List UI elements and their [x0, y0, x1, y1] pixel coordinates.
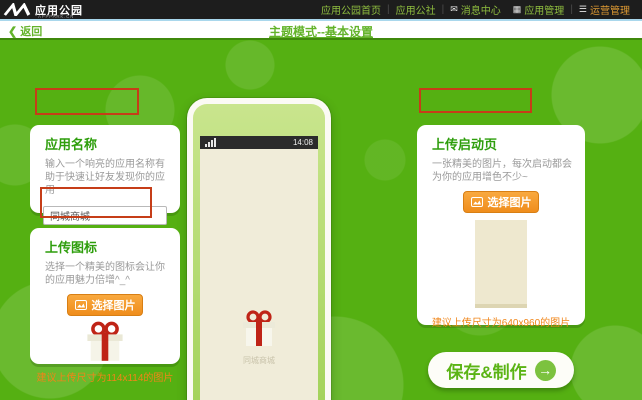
- upload-icon-description: 选择一个精美的图标会让你的应用魅力倍增^_^: [45, 261, 168, 287]
- phone-app-icon-preview: 同城商城: [240, 308, 278, 366]
- list-icon: ☰: [579, 4, 587, 15]
- phone-screen: 14:08 同城商城: [200, 136, 318, 400]
- phone-preview: 14:08 同城商城: [187, 98, 331, 400]
- gift-icon: [240, 308, 278, 348]
- nav-item-app-management[interactable]: ▦ 应用管理: [507, 2, 571, 17]
- apppark-logo-icon: [3, 3, 34, 16]
- splash-size-hint: 建议上传尺寸为640x960的图片: [417, 314, 585, 329]
- image-icon: [471, 197, 483, 207]
- grid-icon: ▦: [513, 4, 522, 15]
- image-icon: [75, 300, 87, 310]
- icon-size-hint: 建议上传尺寸为114x114的图片: [30, 369, 180, 384]
- upload-splash-title: 上传启动页: [432, 134, 585, 153]
- upload-splash-description: 一张精美的图片，每次启动都会为你的应用增色不少~: [432, 158, 573, 184]
- apppark-logo[interactable]: 应用公园 APPPARK.CN: [4, 2, 83, 18]
- splash-image-placeholder: [475, 220, 527, 308]
- app-name-panel: 应用名称 输入一个响亮的应用名称有助于快速让好友发现你的应用: [30, 125, 180, 213]
- sub-header: ❮返回 主题模式--基本设置: [0, 21, 642, 38]
- nav-item-messages[interactable]: ✉ 消息中心: [444, 2, 507, 17]
- upload-splash-panel: 上传启动页 一张精美的图片，每次启动都会为你的应用增色不少~ 选择图片 建议上传…: [417, 125, 585, 325]
- nav-item-home[interactable]: 应用公园首页: [315, 2, 387, 17]
- top-navbar: 应用公园 APPPARK.CN 应用公园首页 | 应用公社 | ✉ 消息中心 ▦…: [0, 0, 642, 19]
- status-time: 14:08: [293, 138, 313, 147]
- envelope-icon: ✉: [450, 4, 458, 15]
- top-nav-menu: 应用公园首页 | 应用公社 | ✉ 消息中心 ▦ 应用管理 | ☰ 运营管理: [315, 0, 642, 19]
- upload-icon-panel: 上传图标 选择一个精美的图标会让你的应用魅力倍增^_^ 选择图片 建议上传尺寸为…: [30, 228, 180, 364]
- choose-splash-image-button[interactable]: 选择图片: [463, 191, 539, 213]
- phone-status-bar: 14:08: [200, 136, 318, 149]
- choose-icon-image-button[interactable]: 选择图片: [67, 294, 143, 316]
- save-and-build-button[interactable]: 保存&制作 →: [428, 352, 574, 388]
- phone-app-name-label: 同城商城: [240, 355, 278, 366]
- upload-icon-title: 上传图标: [45, 237, 180, 256]
- app-name-description: 输入一个响亮的应用名称有助于快速让好友发现你的应用: [45, 158, 168, 197]
- apppark-theme-settings-page: 应用公园 APPPARK.CN 应用公园首页 | 应用公社 | ✉ 消息中心 ▦…: [0, 0, 642, 400]
- gift-icon: [84, 319, 126, 363]
- save-button-label: 保存&制作: [446, 358, 526, 383]
- app-name-input[interactable]: [43, 206, 167, 225]
- signal-bars-icon: [205, 138, 216, 147]
- nav-item-community[interactable]: 应用公社: [390, 2, 442, 17]
- nav-item-operations[interactable]: ☰ 运营管理: [573, 2, 636, 17]
- app-name-title: 应用名称: [45, 134, 180, 153]
- main-canvas: 14:08 同城商城 应用名称 输入一个响亮的应用名称有助于快速让好友发现你的应…: [0, 38, 642, 400]
- arrow-right-icon: →: [535, 360, 556, 381]
